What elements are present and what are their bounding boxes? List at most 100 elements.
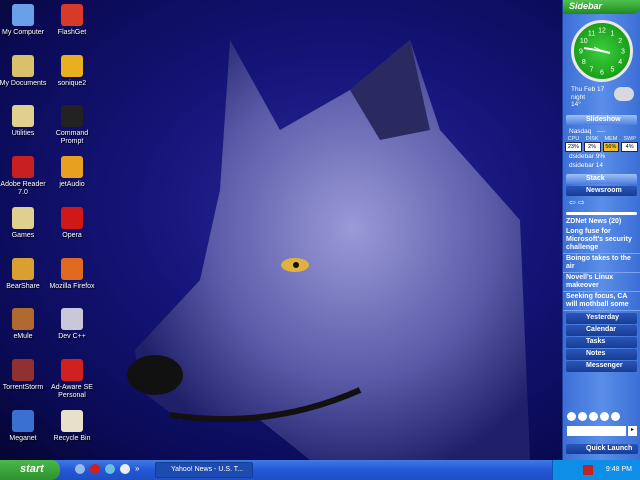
- desktop-icon-torrentstorm[interactable]: TorrentStorm: [0, 358, 48, 392]
- icon-label: Dev C++: [58, 333, 86, 341]
- taskbar: start » Yahoo! News - U.S. T... 9:48 PM: [0, 460, 640, 480]
- desktop-icon-bearshare[interactable]: BearShare: [0, 257, 48, 291]
- news-item[interactable]: Seeking focus, CA will mothball some: [563, 292, 640, 311]
- system-meters: CPU 23% DISK 2% MEM 56% SWP 4%: [563, 136, 640, 152]
- opera-icon: [61, 206, 83, 229]
- slideshow-panel[interactable]: Slideshow: [566, 114, 637, 125]
- mozilla-firefox-icon: [61, 257, 83, 280]
- sonique2-icon: [61, 54, 83, 77]
- news-source[interactable]: ZDNet News (20): [563, 217, 640, 227]
- search-go-button[interactable]: ▸: [628, 426, 637, 436]
- panel-calendar[interactable]: Calendar: [566, 324, 637, 336]
- desktop-icon-recycle-bin[interactable]: Recycle Bin: [47, 409, 97, 443]
- desktop-icon-games[interactable]: Games: [0, 206, 48, 240]
- messenger-icon[interactable]: [105, 464, 115, 474]
- icon-label: Recycle Bin: [53, 434, 91, 442]
- clock-number: 1: [610, 30, 614, 37]
- dev-c-icon: [61, 308, 83, 331]
- next-icon[interactable]: [600, 412, 609, 421]
- ad-aware-se-personal-icon: [61, 358, 83, 381]
- news-item[interactable]: Long fuse for Microsoft's security chall…: [563, 227, 640, 254]
- torrentstorm-icon: [12, 358, 34, 381]
- clock-face: 12 12 3 45678 9 1011: [579, 28, 625, 77]
- play-icon[interactable]: [578, 412, 587, 421]
- taskbar-window-yahoo-news[interactable]: Yahoo! News - U.S. T...: [155, 462, 253, 478]
- desktop-icon-my-computer[interactable]: My Computer: [0, 4, 48, 37]
- jetaudio-icon: [61, 156, 83, 179]
- meter-value: 23%: [565, 141, 582, 152]
- desktop-icon-adobe-reader-7-0[interactable]: Adobe Reader 7.0: [0, 156, 48, 197]
- icon-label: Mozilla Firefox: [49, 282, 95, 290]
- window-title: Yahoo! News - U.S. T...: [171, 466, 244, 473]
- clock-number: 11: [587, 30, 594, 37]
- icon-label: BearShare: [6, 282, 40, 290]
- desktop-icon-opera[interactable]: Opera: [47, 206, 97, 240]
- newsroom-panel[interactable]: Newsroom: [566, 185, 637, 196]
- desktop-icon-meganet[interactable]: Meganet: [0, 409, 48, 443]
- stock-ticker[interactable]: Nasdaq ----: [563, 127, 640, 136]
- opera-icon[interactable]: [90, 464, 100, 474]
- search-input[interactable]: [567, 426, 626, 436]
- icon-label: TorrentStorm: [2, 383, 44, 391]
- desktop-icon-ad-aware-se-personal[interactable]: Ad-Aware SE Personal: [47, 358, 97, 400]
- bearshare-icon: [12, 257, 34, 280]
- desktop-icon-dev-c[interactable]: Dev C++: [47, 308, 97, 341]
- meter-value: 4%: [621, 141, 638, 152]
- clock-number: 9: [579, 49, 583, 56]
- desktop-icon-sonique2[interactable]: sonique2: [47, 54, 97, 88]
- process-1: dsidebar 9%: [569, 152, 606, 160]
- quick-launch-panel[interactable]: Quick Launch: [566, 444, 638, 454]
- my-computer-icon: [12, 4, 34, 26]
- clock-number: 4: [618, 59, 622, 66]
- forward-arrow-icon[interactable]: ⇨: [578, 198, 585, 207]
- desktop-icon-emule[interactable]: eMule: [0, 308, 48, 341]
- icon-label: FlashGet: [57, 29, 87, 36]
- process-2: dsidebar 14: [569, 161, 603, 169]
- icon-label: Adobe Reader 7.0: [0, 181, 46, 197]
- tray-icon-mail[interactable]: [583, 465, 593, 475]
- meter-label: MEM: [604, 135, 618, 142]
- cloud-icon: [614, 87, 634, 101]
- games-icon: [12, 206, 34, 229]
- meter-value: 56%: [602, 141, 620, 152]
- sidebar-title[interactable]: Sidebar: [563, 0, 640, 14]
- volume-icon[interactable]: [611, 412, 620, 421]
- media-controls: [567, 412, 620, 421]
- stack-panel[interactable]: Stack: [566, 173, 637, 184]
- prev-icon[interactable]: [567, 412, 576, 421]
- news-toolbar: ⇦ ⇨: [563, 198, 640, 212]
- weather-temp: 14°: [571, 101, 581, 108]
- sidebar: Sidebar 12 1 2 3 4 5 6 7 8 9 10 11 Thu Feb 17 night…: [562, 0, 640, 460]
- meter-label: SWP: [623, 135, 636, 142]
- desktop-icon-command-prompt[interactable]: Command Prompt: [47, 105, 97, 146]
- icon-label: Games: [11, 231, 35, 239]
- desktop-icon-utilities[interactable]: Utilities: [0, 105, 48, 138]
- start-label: start: [20, 463, 44, 475]
- analog-clock: 12 1 2 3 4 5 6 7 8 9 10 11: [570, 20, 633, 82]
- desktop-icon-my-documents[interactable]: My Documents: [0, 54, 48, 88]
- meter-disk: DISK 2%: [583, 136, 601, 152]
- stop-icon[interactable]: [589, 412, 598, 421]
- meter-value: 2%: [583, 141, 601, 152]
- panel-messenger[interactable]: Messenger: [566, 360, 637, 372]
- panel-yesterday[interactable]: Yesterday: [566, 312, 637, 324]
- news-item[interactable]: Novell's Linux makeover: [563, 273, 640, 292]
- desktop-icon-flashget[interactable]: FlashGet: [47, 4, 97, 37]
- stock-name: Nasdaq: [569, 127, 592, 135]
- back-arrow-icon[interactable]: ⇦: [569, 198, 576, 207]
- news-item[interactable]: Boingo takes to the air: [563, 254, 640, 273]
- more-chevron[interactable]: »: [135, 464, 139, 474]
- desktop-icon-jetaudio[interactable]: jetAudio: [47, 156, 97, 189]
- panel-tasks[interactable]: Tasks: [566, 336, 637, 348]
- media-icon[interactable]: [120, 464, 130, 474]
- start-button[interactable]: start: [0, 460, 60, 480]
- adobe-reader-7-0-icon: [12, 156, 34, 179]
- panel-notes[interactable]: Notes: [566, 348, 637, 360]
- meganet-icon: [12, 409, 34, 432]
- stock-value: ----: [596, 127, 606, 135]
- command-prompt-icon: [61, 105, 83, 128]
- flashget-icon: [61, 4, 83, 26]
- icon-label: Ad-Aware SE Personal: [51, 383, 93, 399]
- ie-icon[interactable]: [75, 464, 85, 474]
- desktop-icon-mozilla-firefox[interactable]: Mozilla Firefox: [47, 257, 97, 291]
